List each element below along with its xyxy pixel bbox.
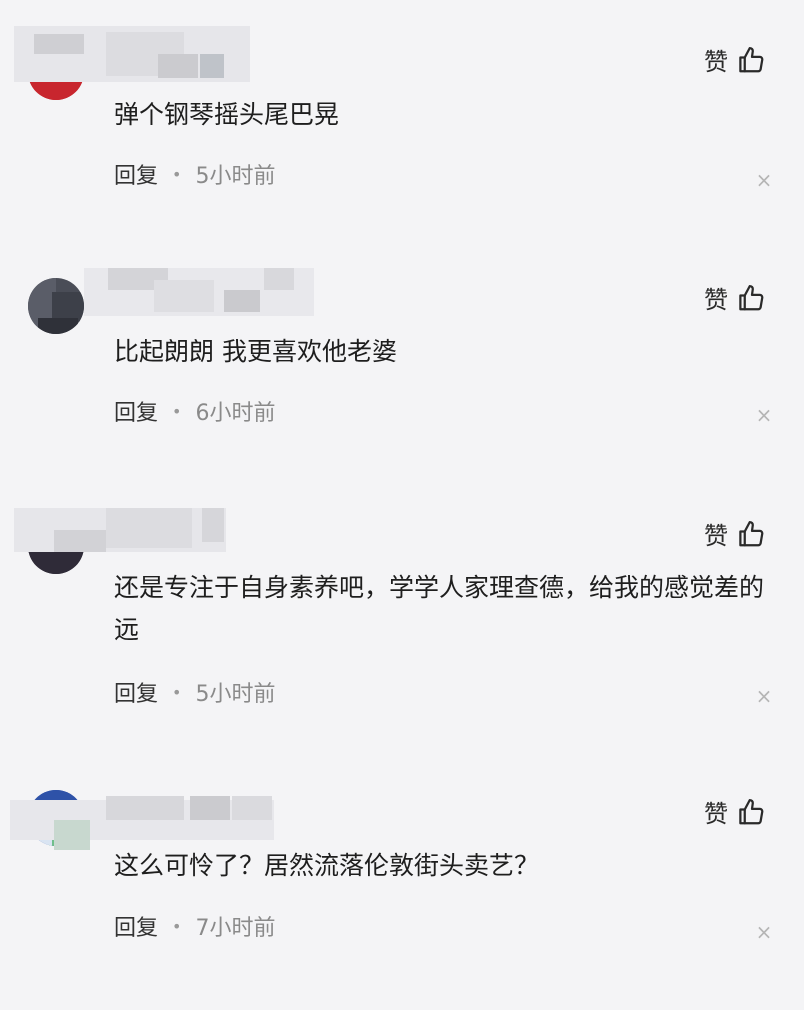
comment-item: 赞 还是专注于自身素养吧，学学人家理查德，给我的感觉差的远 回复 • 5小时前 … [0,496,804,732]
comment-meta: 回复 • 5小时前 [114,158,275,190]
comment-meta: 回复 • 5小时前 [114,676,275,708]
reply-button[interactable]: 回复 [114,158,158,190]
comment-time: 5小时前 [195,682,276,707]
comment-text: 这么可怜了？居然流落伦敦街头卖艺？ [114,851,540,880]
close-icon[interactable]: × [754,405,774,425]
reply-button[interactable]: 回复 [114,910,158,942]
like-label: 赞 [704,48,728,76]
separator-dot: • [172,682,182,702]
close-icon[interactable]: × [754,170,774,190]
avatar[interactable] [28,278,84,334]
comment-item: 赞 比起朗朗 我更喜欢他老婆 回复 • 6小时前 × [0,258,804,494]
thumb-up-icon [739,46,764,72]
reply-button[interactable]: 回复 [114,676,158,708]
comment-text: 比起朗朗 我更喜欢他老婆 [114,337,397,366]
reply-button[interactable]: 回复 [114,395,158,427]
comment-text: 还是专注于自身素养吧，学学人家理查德，给我的感觉差的远 [114,573,765,644]
username-blurred[interactable] [84,268,314,324]
comment-item: 赞 这么可怜了？居然流落伦敦街头卖艺？ 回复 • 7小时前 × [0,774,804,1010]
comment-time: 7小时前 [195,916,276,941]
close-icon[interactable]: × [754,922,774,942]
separator-dot: • [172,164,182,184]
close-icon[interactable]: × [754,686,774,706]
separator-dot: • [172,401,182,421]
comment-item: 赞 弹个钢琴摇头尾巴晃 回复 • 5小时前 × [0,20,804,256]
thumb-up-icon [739,520,764,546]
comment-meta: 回复 • 6小时前 [114,395,275,427]
thumb-up-icon [739,798,764,824]
username-blurred[interactable] [14,26,250,82]
thumb-up-icon [739,284,764,310]
like-label: 赞 [704,286,728,314]
comment-time: 5小时前 [195,164,276,189]
like-button[interactable]: 赞 [704,42,766,77]
like-button[interactable]: 赞 [704,516,766,551]
comment-meta: 回复 • 7小时前 [114,910,275,942]
username-blurred[interactable] [14,508,226,564]
comment-text: 弹个钢琴摇头尾巴晃 [114,100,340,129]
username-blurred[interactable] [10,790,274,850]
like-label: 赞 [704,522,728,550]
separator-dot: • [172,916,182,936]
like-button[interactable]: 赞 [704,280,766,315]
like-button[interactable]: 赞 [704,794,766,829]
like-label: 赞 [704,800,728,828]
comment-time: 6小时前 [195,401,276,426]
